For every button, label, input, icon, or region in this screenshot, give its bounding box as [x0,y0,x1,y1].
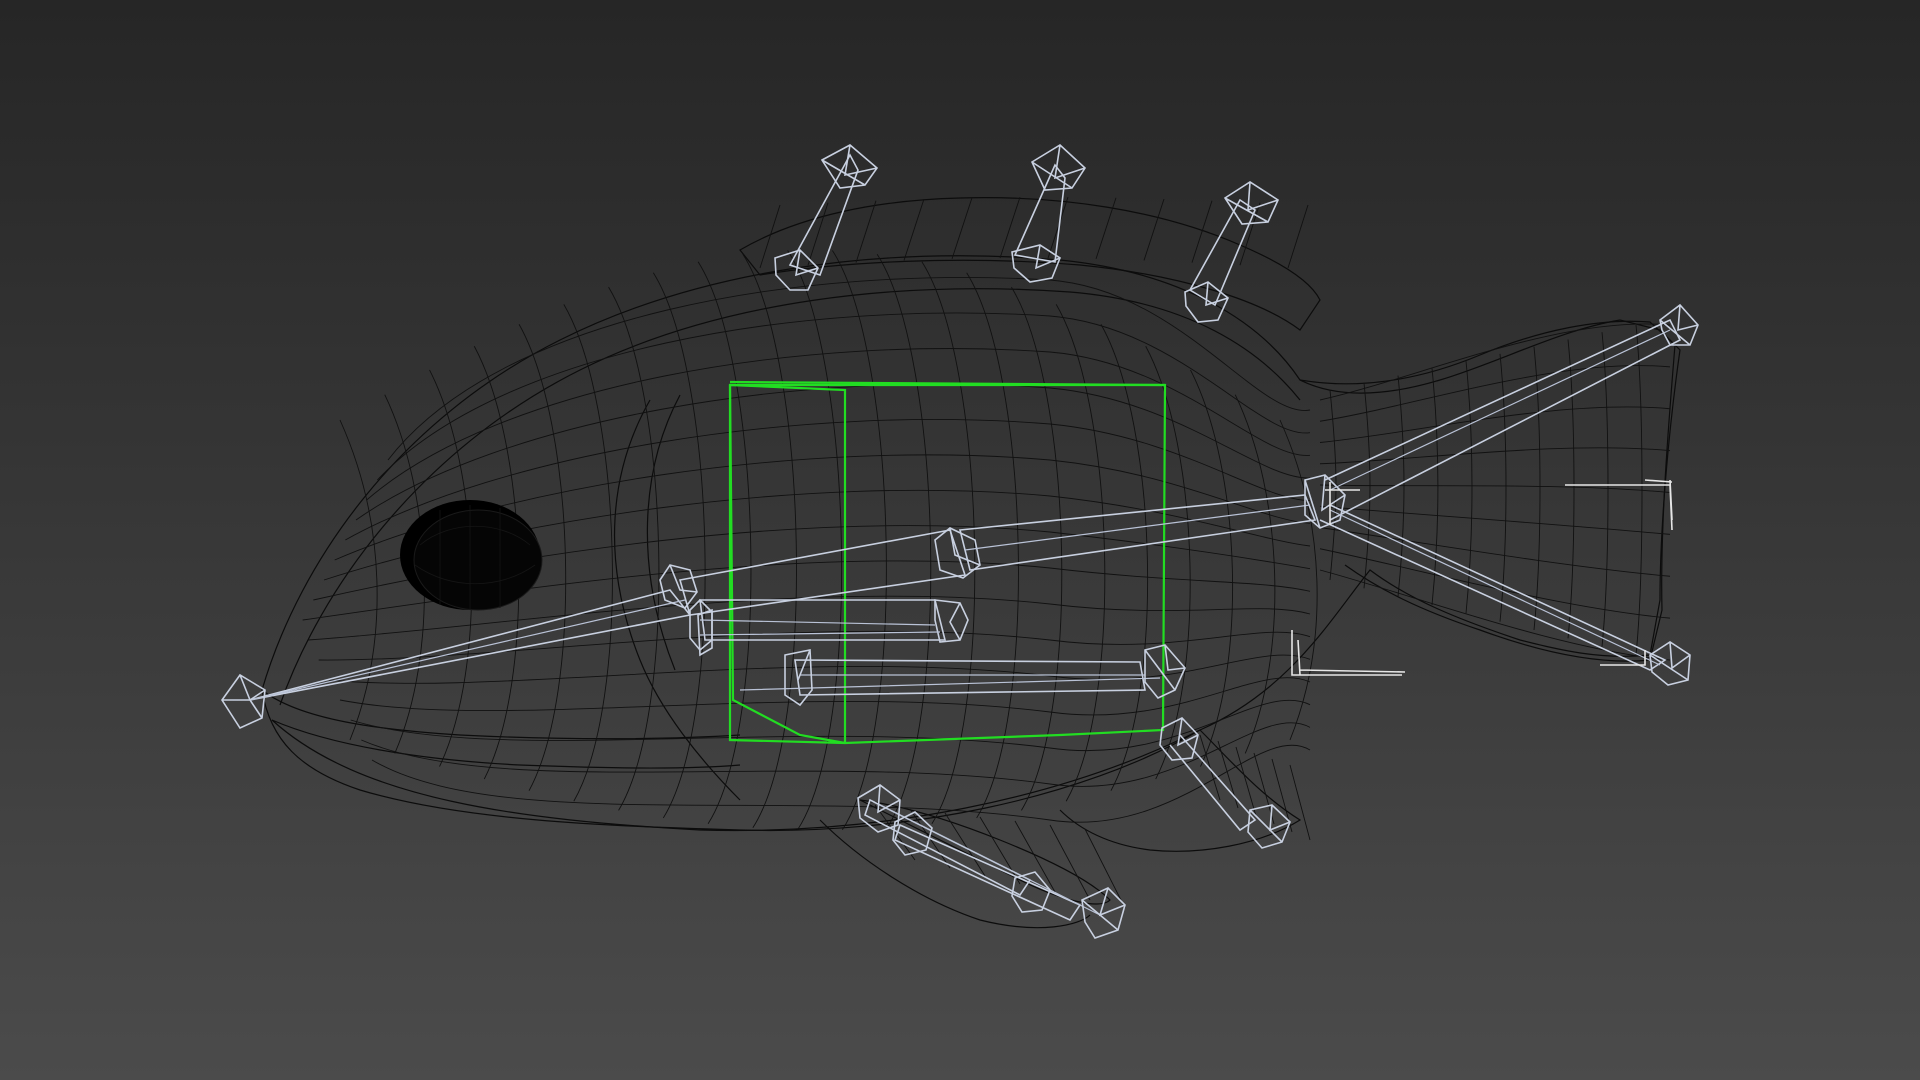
mesh-h-loop [339,677,1311,716]
jaw-line-2 [271,719,741,769]
dorsal-ray [1047,196,1069,259]
dorsal-ray [1287,204,1309,269]
mesh-v-loop [608,286,660,811]
tail-v-line [1533,346,1541,631]
mesh-v-loop [1279,419,1318,741]
tail-v-line [1431,368,1439,606]
mesh-v-loop [1234,394,1276,754]
pelvic-ray [1014,820,1056,893]
object-brackets [1291,479,1673,676]
tail-h-line [1319,323,1671,401]
mesh-h-loop [355,383,1311,521]
viewport-3d[interactable] [0,0,1920,1080]
bone-spine-1[interactable] [659,527,981,616]
mesh-v-loop [1145,346,1191,780]
dorsal-ray [1143,198,1165,261]
belly-contour [271,719,1201,832]
tail-v-line [1499,353,1507,622]
body-outline-2 [279,288,1301,706]
anal-fin [1059,729,1302,852]
bone-rib-2[interactable] [739,644,1186,707]
anal-ray [1199,734,1221,801]
tail-v-line [1567,339,1575,639]
dorsal-ray [855,200,877,263]
fish-mesh[interactable] [261,196,1681,929]
gill-curve-2 [646,394,681,671]
mesh-v-loop [563,304,613,802]
mesh-v-loop [1011,286,1063,811]
tail-grid [1319,323,1671,661]
mesh-v-loop [339,419,378,741]
dorsal-ray [903,198,925,261]
bone-dorsal-1[interactable] [774,144,879,291]
eye [400,500,543,611]
mesh-v-loop [652,272,706,819]
tail-h-line [1319,447,1671,465]
dorsal-ray [951,197,973,260]
tail-h-line [1319,484,1671,493]
dorsal-ray [1191,200,1213,263]
bone-spine-2[interactable] [958,494,1317,571]
anal-ray [1289,764,1311,841]
pelvic-fin [859,799,1111,905]
pelvic-ray [979,816,1021,885]
dorsal-ray [759,204,781,269]
mesh-h-loop [387,277,1311,461]
tail-h-line [1319,527,1671,577]
mesh-v-loop [1055,304,1106,802]
mesh-h-loop [377,312,1311,481]
bone-tail-root[interactable] [1304,318,1682,671]
scene-canvas[interactable] [0,0,1920,1080]
fin-rays [759,196,1311,909]
mesh-v-loop [1100,324,1148,791]
mesh-v-loop [1190,369,1233,767]
pelvic-ray [1049,824,1091,901]
bone-anal-fin[interactable] [1159,717,1291,849]
bone-dorsal-3[interactable] [1184,181,1280,323]
